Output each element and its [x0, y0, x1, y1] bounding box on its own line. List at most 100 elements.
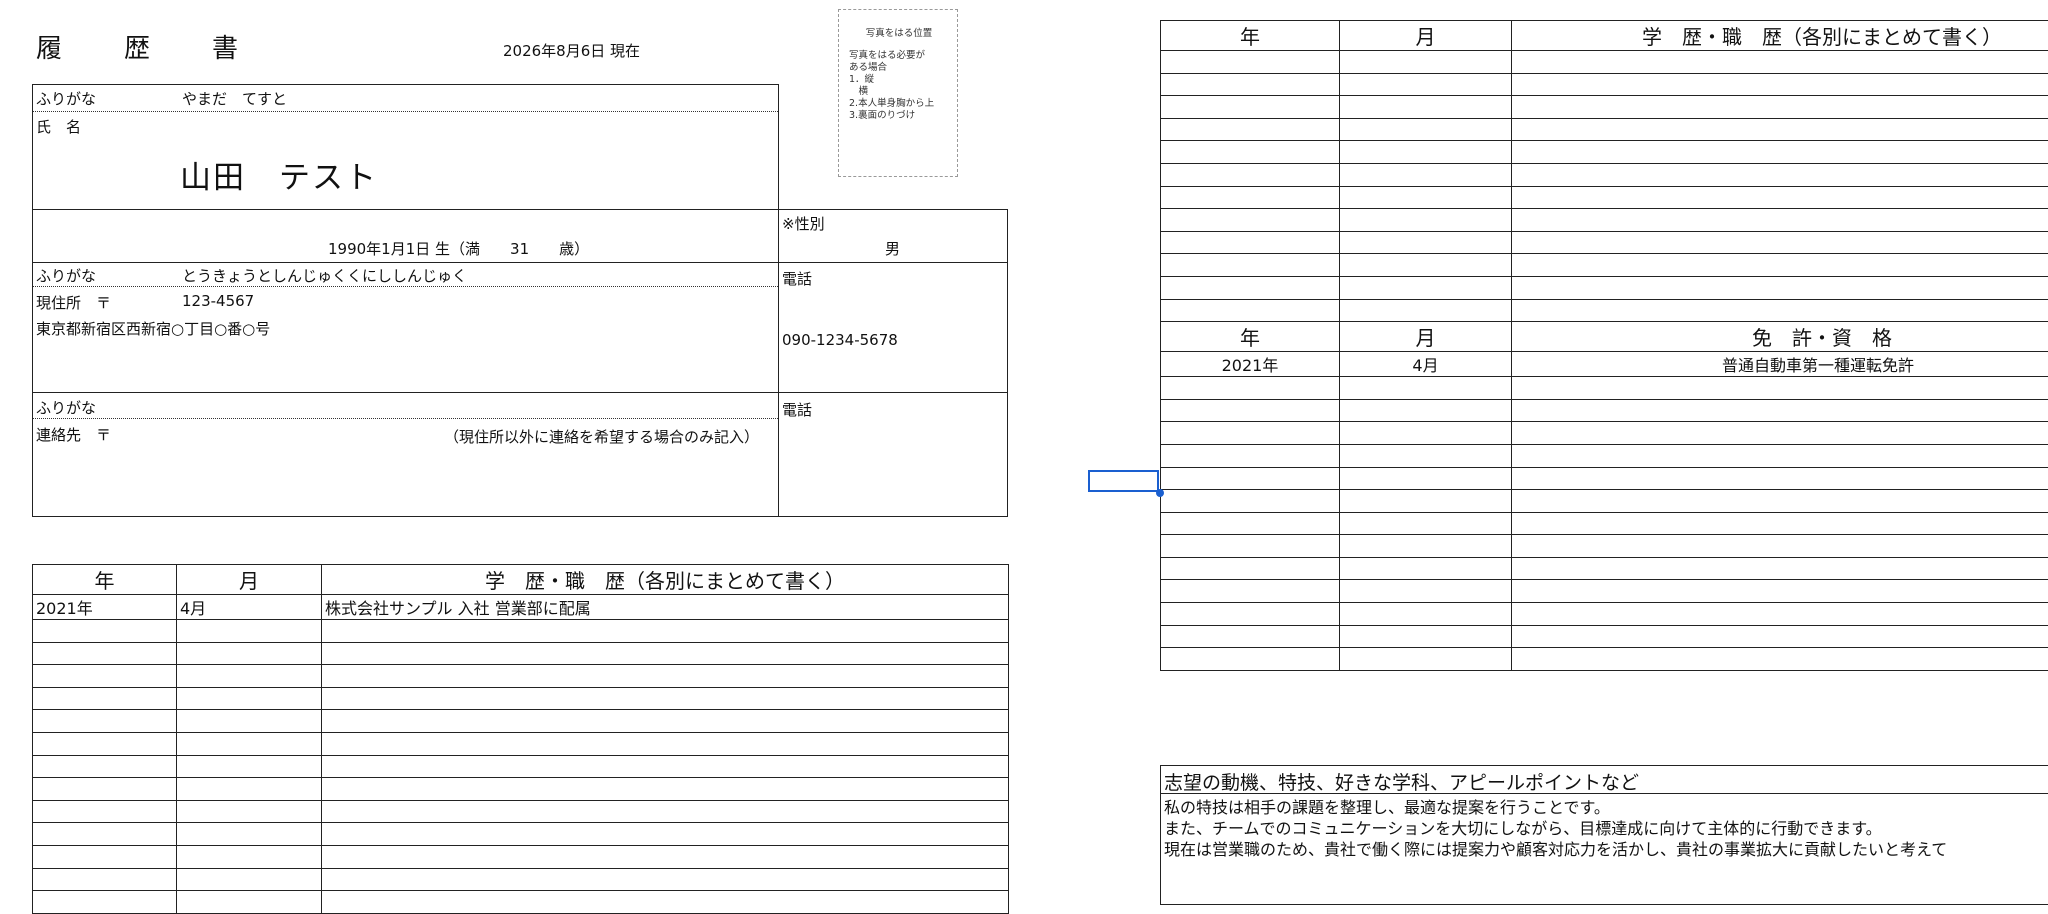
motivation-line[interactable]: また、チームでのコミュニケーションを大切にしながら、目標達成に向けて主体的に行動… — [1164, 818, 1882, 839]
cell-license[interactable] — [1512, 535, 2048, 558]
cell-year[interactable]: 2021年 — [1161, 352, 1340, 377]
cell-license[interactable] — [1512, 422, 2048, 445]
cell-history[interactable] — [1512, 51, 2048, 74]
cell-year[interactable] — [1161, 557, 1340, 580]
cell-license[interactable] — [1512, 648, 2048, 671]
cell-year[interactable] — [1161, 580, 1340, 603]
cell-year[interactable] — [33, 642, 177, 665]
cell-month[interactable] — [177, 665, 322, 688]
cell-history[interactable] — [1512, 276, 2048, 299]
motivation-line[interactable]: 私の特技は相手の課題を整理し、最適な提案を行うことです。 — [1164, 797, 1610, 818]
cell-month[interactable] — [1340, 648, 1512, 671]
cell-month[interactable] — [1340, 231, 1512, 254]
cell-year[interactable] — [33, 710, 177, 733]
cell-year[interactable] — [33, 823, 177, 846]
cell-selection-box[interactable] — [1088, 470, 1159, 492]
cell-license[interactable] — [1512, 377, 2048, 400]
cell-year[interactable] — [1161, 73, 1340, 96]
cell-month[interactable] — [1340, 467, 1512, 490]
cell-year[interactable] — [1161, 141, 1340, 164]
cell-month[interactable] — [177, 891, 322, 914]
cell-month[interactable] — [1340, 254, 1512, 277]
cell-history[interactable] — [1512, 209, 2048, 232]
cell-month[interactable] — [1340, 490, 1512, 513]
cell-month[interactable] — [1340, 625, 1512, 648]
cell-month[interactable] — [1340, 512, 1512, 535]
cell-year[interactable] — [33, 687, 177, 710]
cell-history[interactable] — [1512, 118, 2048, 141]
cell-year[interactable] — [1161, 422, 1340, 445]
cell-license[interactable] — [1512, 603, 2048, 626]
cell-month[interactable] — [1340, 557, 1512, 580]
birth-value[interactable]: 1990年1月1日 生（満 31 歳） — [328, 238, 589, 259]
cell-license[interactable] — [1512, 467, 2048, 490]
cell-year[interactable] — [1161, 467, 1340, 490]
cell-month[interactable] — [1340, 422, 1512, 445]
cell-year[interactable] — [33, 845, 177, 868]
cell-year[interactable]: 2021年 — [33, 595, 177, 620]
cell-month[interactable] — [1340, 73, 1512, 96]
cell-year[interactable] — [1161, 399, 1340, 422]
cell-year[interactable] — [1161, 377, 1340, 400]
cell-year[interactable] — [33, 778, 177, 801]
cell-year[interactable] — [1161, 490, 1340, 513]
cell-history[interactable] — [1512, 73, 2048, 96]
cell-year[interactable] — [33, 732, 177, 755]
cell-month[interactable] — [1340, 209, 1512, 232]
address-phone-value[interactable]: 090-1234-5678 — [782, 331, 898, 349]
cell-year[interactable] — [33, 800, 177, 823]
cell-month[interactable] — [1340, 399, 1512, 422]
cell-history[interactable] — [322, 687, 1009, 710]
cell-month[interactable]: 4月 — [1340, 352, 1512, 377]
address-furigana-value[interactable]: とうきょうとしんじゅくくにししんじゅく — [182, 265, 467, 286]
cell-history[interactable] — [322, 868, 1009, 891]
cell-history[interactable] — [1512, 96, 2048, 119]
cell-year[interactable] — [1161, 603, 1340, 626]
cell-year[interactable] — [1161, 96, 1340, 119]
cell-month[interactable] — [177, 778, 322, 801]
cell-year[interactable] — [33, 891, 177, 914]
cell-year[interactable] — [1161, 299, 1340, 322]
cell-month[interactable] — [177, 710, 322, 733]
cell-month[interactable] — [1340, 141, 1512, 164]
cell-year[interactable] — [1161, 118, 1340, 141]
name-furigana-value[interactable]: やまだ てすと — [182, 88, 287, 109]
cell-license[interactable] — [1512, 625, 2048, 648]
cell-history[interactable] — [322, 665, 1009, 688]
cell-history[interactable] — [322, 845, 1009, 868]
gender-value[interactable]: 男 — [885, 238, 900, 259]
cell-history[interactable] — [322, 823, 1009, 846]
cell-month[interactable] — [1340, 377, 1512, 400]
cell-month[interactable] — [1340, 276, 1512, 299]
cell-year[interactable] — [1161, 625, 1340, 648]
cell-history[interactable]: 株式会社サンプル 入社 営業部に配属 — [322, 595, 1009, 620]
cell-history[interactable] — [322, 755, 1009, 778]
cell-history[interactable] — [1512, 231, 2048, 254]
cell-month[interactable] — [1340, 535, 1512, 558]
cell-year[interactable] — [1161, 254, 1340, 277]
motivation-line[interactable]: 現在は営業職のため、貴社で働く際には提案力や顧客対応力を活かし、貴社の事業拡大に… — [1164, 839, 1947, 860]
cell-license[interactable] — [1512, 512, 2048, 535]
cell-license[interactable] — [1512, 444, 2048, 467]
cell-month[interactable] — [1340, 163, 1512, 186]
cell-year[interactable] — [33, 755, 177, 778]
cell-license[interactable] — [1512, 557, 2048, 580]
cell-month[interactable] — [1340, 444, 1512, 467]
cell-year[interactable] — [1161, 648, 1340, 671]
cell-month[interactable] — [1340, 580, 1512, 603]
cell-history[interactable] — [1512, 163, 2048, 186]
cell-year[interactable] — [1161, 444, 1340, 467]
cell-year[interactable] — [1161, 231, 1340, 254]
cell-history[interactable] — [322, 732, 1009, 755]
cell-month[interactable] — [1340, 603, 1512, 626]
cell-year[interactable] — [1161, 512, 1340, 535]
cell-month[interactable] — [1340, 96, 1512, 119]
cell-history[interactable] — [1512, 299, 2048, 322]
cell-year[interactable] — [1161, 186, 1340, 209]
cell-month[interactable]: 4月 — [177, 595, 322, 620]
name-value[interactable]: 山田 テスト — [180, 152, 378, 197]
cell-month[interactable] — [177, 800, 322, 823]
cell-month[interactable] — [177, 823, 322, 846]
cell-month[interactable] — [177, 868, 322, 891]
cell-history[interactable] — [322, 778, 1009, 801]
